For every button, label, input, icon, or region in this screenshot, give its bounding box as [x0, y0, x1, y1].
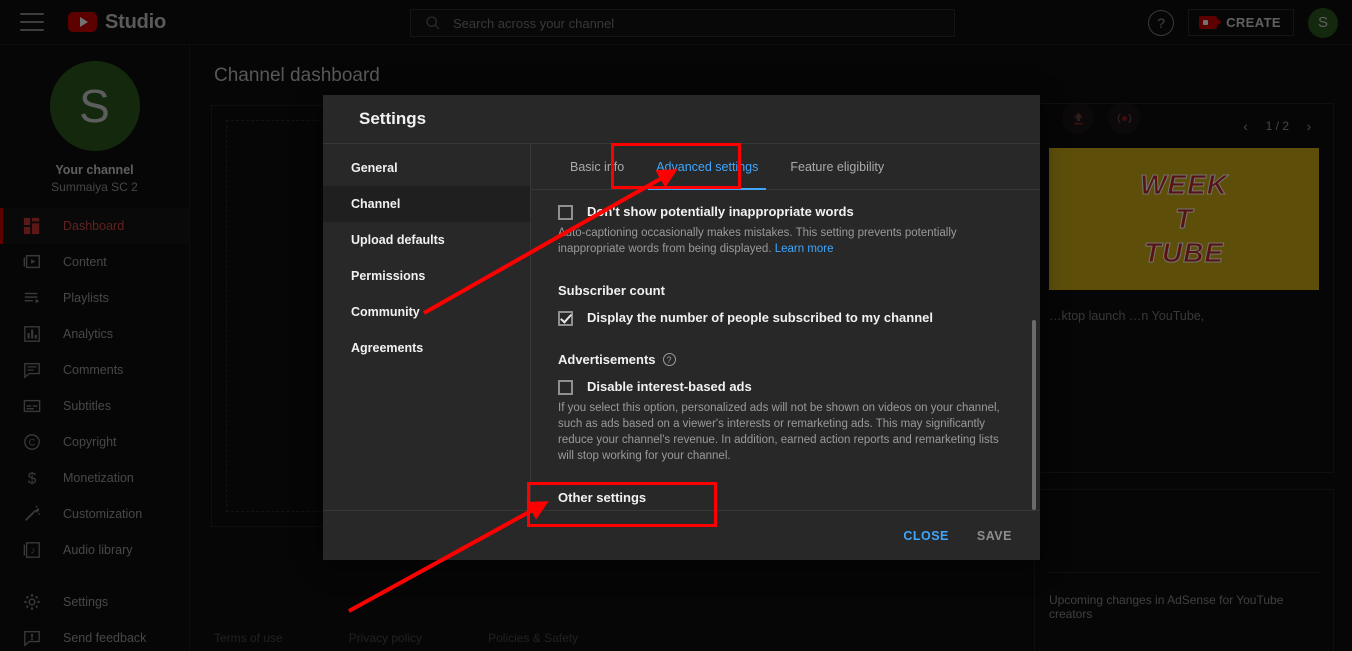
dialog-nav-agreements[interactable]: Agreements [323, 330, 530, 366]
advanced-settings-panel: Don't show potentially inappropriate wor… [531, 190, 1040, 510]
dialog-footer: CLOSE SAVE [323, 510, 1040, 560]
dialog-right-pane: Basic info Advanced settings Feature eli… [531, 144, 1040, 510]
dialog-nav-community[interactable]: Community [323, 294, 530, 330]
tab-feature-eligibility[interactable]: Feature eligibility [774, 144, 900, 190]
close-button[interactable]: CLOSE [903, 529, 949, 543]
other-settings-title: Other settings [558, 490, 1010, 505]
disable-interest-based-ads-checkbox[interactable] [558, 380, 573, 395]
disable-ads-help: If you select this option, personalized … [558, 402, 1000, 462]
inappropriate-words-help: Auto-captioning occasionally makes mista… [558, 225, 1010, 257]
settings-dialog: Settings General Channel Upload defaults… [323, 95, 1040, 560]
dialog-body: General Channel Upload defaults Permissi… [323, 143, 1040, 510]
advertisements-title: Advertisements ? [558, 352, 1010, 367]
dialog-nav-permissions[interactable]: Permissions [323, 258, 530, 294]
panel-scrollbar[interactable] [1032, 320, 1036, 510]
other-settings-title-text: Other settings [558, 490, 647, 505]
disable-interest-based-ads-label: Disable interest-based ads [587, 379, 752, 394]
dialog-nav: General Channel Upload defaults Permissi… [323, 144, 531, 510]
dialog-nav-general[interactable]: General [323, 150, 530, 186]
dialog-nav-upload-defaults[interactable]: Upload defaults [323, 222, 530, 258]
display-subscriber-count-label: Display the number of people subscribed … [587, 310, 934, 325]
app-root: Studio ? CREATE S S Your channel Summaiy… [0, 0, 1352, 651]
subscriber-count-title: Subscriber count [558, 283, 1010, 298]
tab-advanced-settings[interactable]: Advanced settings [640, 144, 774, 190]
inappropriate-words-row: Don't show potentially inappropriate wor… [558, 204, 1010, 220]
display-subscriber-count-checkbox[interactable] [558, 311, 573, 326]
save-button[interactable]: SAVE [977, 529, 1012, 543]
advertisements-title-text: Advertisements [558, 352, 656, 367]
dialog-tabs: Basic info Advanced settings Feature eli… [531, 144, 1040, 190]
advertisements-info-icon[interactable]: ? [662, 353, 676, 366]
subscriber-count-row: Display the number of people subscribed … [558, 310, 1010, 326]
tab-basic-info[interactable]: Basic info [554, 144, 640, 190]
dialog-title: Settings [359, 109, 427, 128]
learn-more-link[interactable]: Learn more [775, 243, 834, 255]
inappropriate-words-label: Don't show potentially inappropriate wor… [587, 204, 854, 219]
inappropriate-words-checkbox[interactable] [558, 205, 573, 220]
dialog-nav-channel[interactable]: Channel [323, 186, 530, 222]
subscriber-count-title-text: Subscriber count [558, 283, 665, 298]
inappropriate-words-help-text: Auto-captioning occasionally makes mista… [558, 227, 957, 255]
disable-ads-row: Disable interest-based ads [558, 379, 1010, 395]
